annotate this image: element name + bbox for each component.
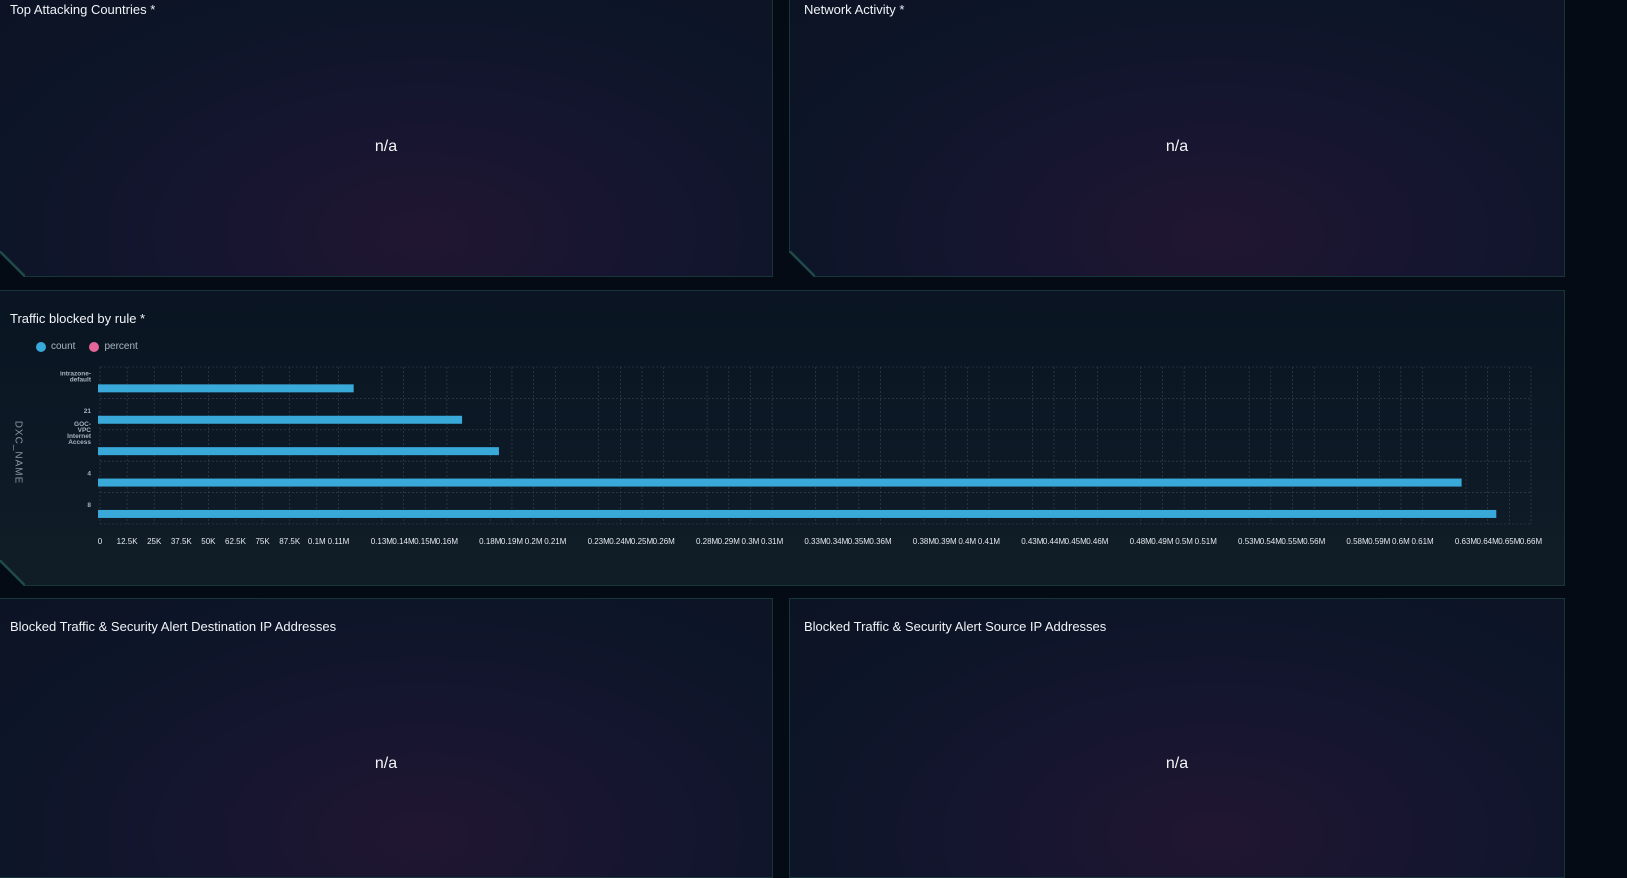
x-tick-label: 0.61M — [1411, 537, 1434, 546]
x-tick-label: 0 — [98, 537, 103, 546]
x-tick-label: 0.41M — [978, 537, 1001, 546]
panel-corner-decoration — [789, 251, 815, 277]
x-tick-label: 62.5K — [225, 537, 247, 546]
x-tick-label: 0.14M — [392, 537, 415, 546]
x-tick-label: 25K — [147, 537, 162, 546]
x-tick-label: 0.65M — [1498, 537, 1521, 546]
x-tick-label: 0.34M — [826, 537, 849, 546]
panel-title: Blocked Traffic & Security Alert Source … — [804, 619, 1107, 634]
x-tick-label: 0.35M — [848, 537, 871, 546]
x-tick-label: 0.5M — [1175, 537, 1193, 546]
top-attacking-countries-panel: Top Attacking Countries * n/a — [0, 0, 773, 277]
panel-title: Network Activity * — [804, 2, 905, 17]
x-tick-label: 0.38M — [913, 537, 936, 546]
x-tick-label: 0.33M — [804, 537, 827, 546]
x-tick-label: 0.46M — [1086, 537, 1109, 546]
x-tick-label: 0.1M — [308, 537, 326, 546]
traffic-blocked-by-rule-panel: Traffic blocked by rule * count percent … — [0, 290, 1565, 586]
y-tick-label: 4 — [87, 471, 91, 478]
x-tick-label: 0.19M — [501, 537, 524, 546]
x-tick-label: 0.31M — [761, 537, 784, 546]
x-tick-label: 0.56M — [1303, 537, 1326, 546]
panel-title: Blocked Traffic & Security Alert Destina… — [10, 619, 337, 634]
x-tick-label: 0.54M — [1260, 537, 1283, 546]
x-tick-label: 0.25M — [631, 537, 654, 546]
x-tick-label: 0.59M — [1368, 537, 1391, 546]
bar-count — [98, 415, 463, 424]
network-activity-panel: Network Activity * n/a — [789, 0, 1565, 277]
y-tick-label: default — [70, 376, 92, 383]
bar-count — [98, 478, 1462, 487]
x-tick-label: 0.6M — [1392, 537, 1410, 546]
empty-value: n/a — [374, 138, 398, 155]
y-tick-label: 21 — [84, 408, 92, 415]
x-tick-label: 0.64M — [1477, 537, 1500, 546]
panel-corner-decoration — [0, 560, 25, 586]
empty-value: n/a — [1165, 138, 1189, 155]
x-tick-label: 0.28M — [696, 537, 719, 546]
x-tick-label: 0.48M — [1130, 537, 1153, 546]
x-tick-label: 0.53M — [1238, 537, 1261, 546]
x-tick-label: 0.4M — [958, 537, 976, 546]
x-tick-label: 0.29M — [718, 537, 741, 546]
x-tick-label: 0.51M — [1195, 537, 1218, 546]
x-tick-label: 0.2M — [525, 537, 543, 546]
x-tick-label: 0.45M — [1065, 537, 1088, 546]
x-tick-label: 0.18M — [479, 537, 502, 546]
x-tick-label: 87.5K — [279, 537, 301, 546]
x-tick-label: 12.5K — [117, 537, 139, 546]
x-tick-label: 0.44M — [1043, 537, 1066, 546]
x-tick-label: 0.63M — [1455, 537, 1478, 546]
x-tick-label: 0.26M — [653, 537, 676, 546]
x-tick-label: 75K — [255, 537, 270, 546]
x-tick-label: 0.58M — [1346, 537, 1369, 546]
x-tick-label: 37.5K — [171, 537, 193, 546]
blocked-destination-ips-panel: Blocked Traffic & Security Alert Destina… — [0, 598, 773, 878]
bar-count — [98, 384, 354, 393]
empty-value: n/a — [1165, 755, 1189, 772]
x-tick-label: 0.23M — [588, 537, 611, 546]
x-tick-label: 0.24M — [609, 537, 632, 546]
x-tick-label: 0.21M — [544, 537, 567, 546]
x-tick-label: 0.13M — [371, 537, 394, 546]
y-tick-label: 8 — [87, 502, 91, 509]
bar-count — [98, 509, 1497, 518]
x-tick-label: 0.43M — [1021, 537, 1044, 546]
x-tick-label: 0.3M — [742, 537, 760, 546]
blocked-source-ips-panel: Blocked Traffic & Security Alert Source … — [789, 598, 1565, 878]
panel-title: Top Attacking Countries * — [10, 2, 156, 17]
x-tick-label: 50K — [201, 537, 216, 546]
panel-corner-decoration — [0, 251, 25, 277]
x-tick-label: 0.15M — [414, 537, 437, 546]
empty-value: n/a — [374, 755, 398, 772]
x-tick-label: 0.55M — [1281, 537, 1304, 546]
x-tick-label: 0.49M — [1151, 537, 1174, 546]
bar-chart: intrazone-default21GOC-VPCInternetAccess… — [60, 366, 1543, 546]
x-tick-label: 0.16M — [436, 537, 459, 546]
x-tick-label: 0.11M — [328, 537, 350, 546]
x-tick-label: 0.66M — [1520, 537, 1543, 546]
bar-count — [98, 447, 499, 456]
y-tick-label: Access — [68, 439, 91, 446]
x-tick-label: 0.39M — [934, 537, 957, 546]
x-tick-label: 0.36M — [869, 537, 892, 546]
